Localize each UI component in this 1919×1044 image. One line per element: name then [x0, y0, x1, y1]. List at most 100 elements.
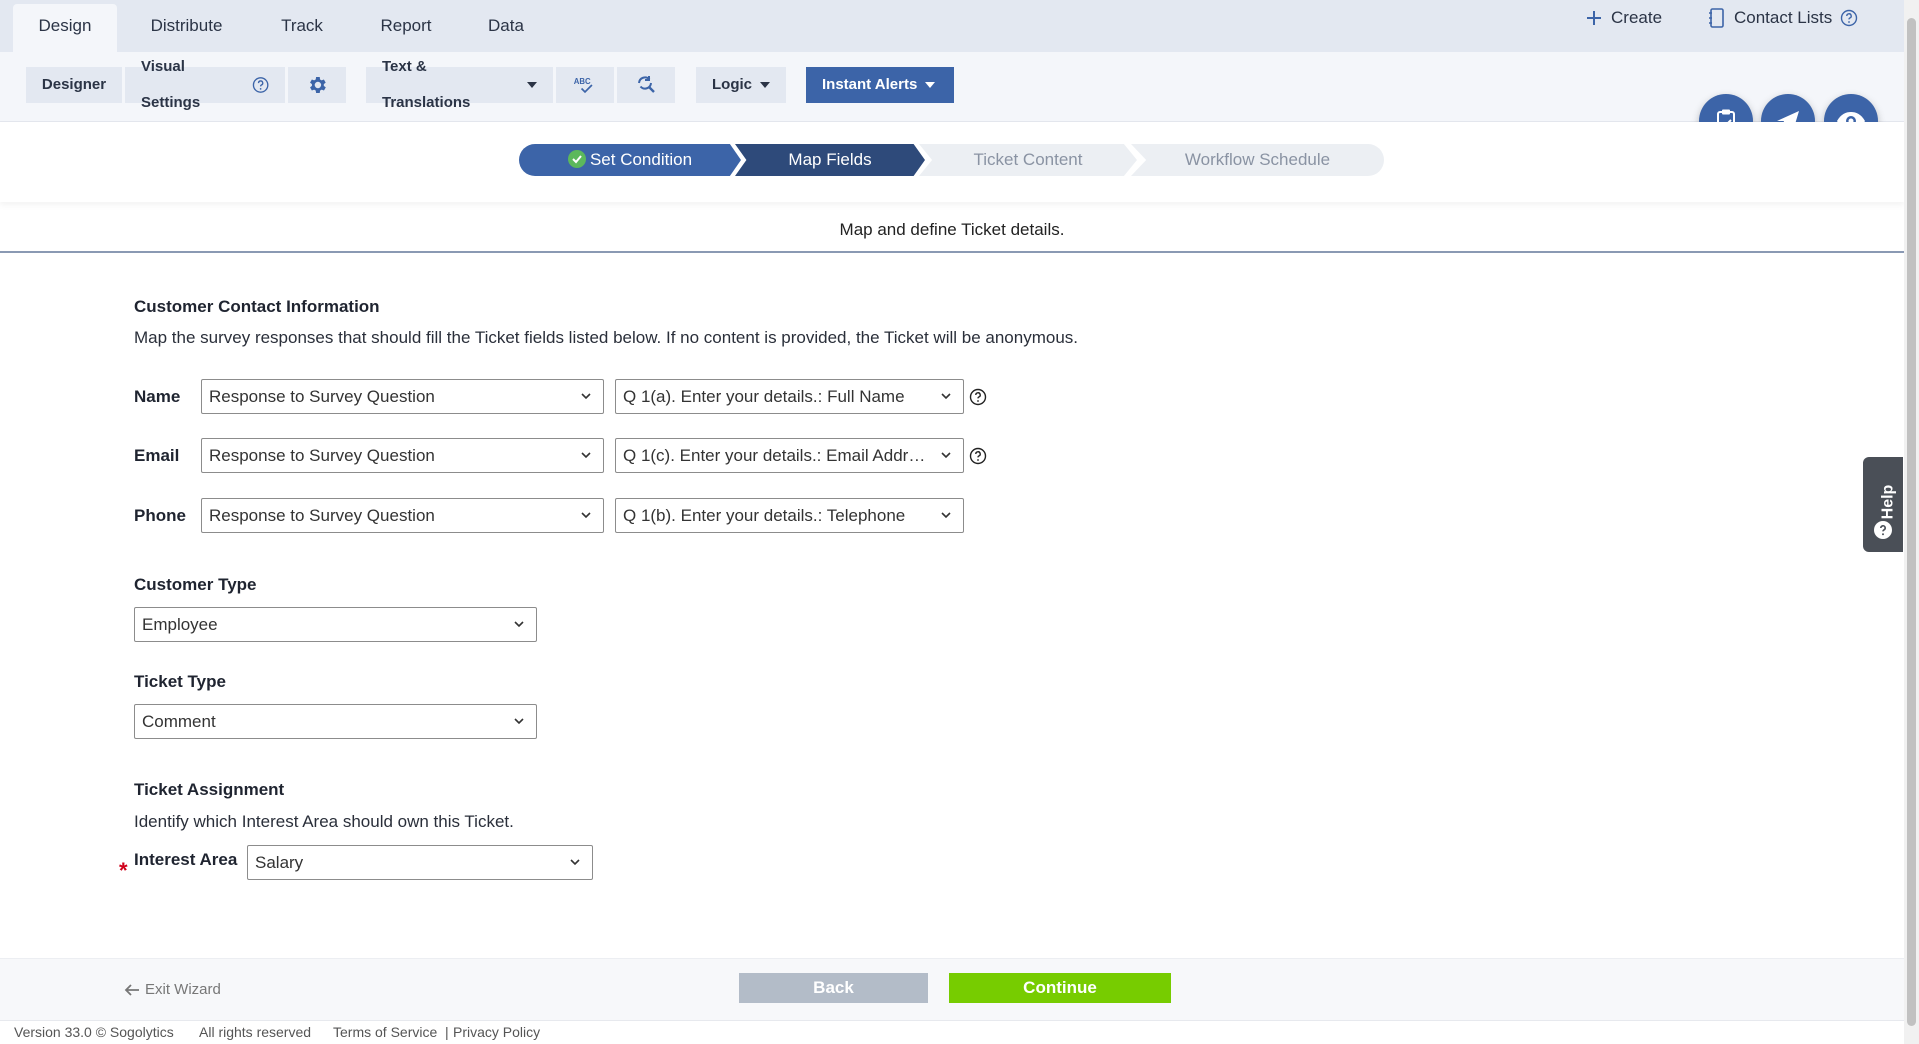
refresh-search-button[interactable] [617, 67, 675, 103]
interest-area-value: Salary [255, 853, 304, 872]
contact-lists-button[interactable]: Contact Lists [1708, 8, 1858, 28]
legal-footer: Version 33.0 © Sogolytics All rights res… [0, 1020, 1904, 1044]
step-map-fields[interactable]: Map Fields [735, 144, 925, 176]
step-workflow-schedule[interactable]: Workflow Schedule [1131, 144, 1384, 176]
tab-track[interactable]: Track [260, 4, 344, 52]
tab-report[interactable]: Report [362, 4, 450, 52]
logic-label: Logic [712, 76, 752, 93]
name-label: Name [134, 387, 181, 406]
instant-alerts-dropdown[interactable]: Instant Alerts [806, 67, 954, 103]
visual-settings-label: Visual Settings [141, 58, 201, 111]
text-translations-dropdown[interactable]: Text & Translations [366, 58, 553, 111]
email-source-value: Response to Survey Question [209, 446, 435, 465]
tab-distribute[interactable]: Distribute [130, 4, 243, 52]
ticket-type-select[interactable]: Comment [134, 704, 537, 739]
help-tab[interactable]: Help [1863, 457, 1903, 552]
designer-label: Designer [41, 76, 107, 93]
contact-section-description: Map the survey responses that should fil… [134, 328, 1078, 347]
chevron-down-icon [514, 621, 524, 628]
name-question-select[interactable]: Q 1(a). Enter your details.: Full Name [615, 379, 964, 414]
logic-dropdown[interactable]: Logic [696, 67, 786, 103]
spellcheck-button[interactable]: ABC [556, 67, 614, 103]
phone-source-value: Response to Survey Question [209, 506, 435, 525]
ticket-type-value: Comment [142, 712, 216, 731]
settings-button[interactable] [288, 67, 346, 103]
text-translations-label: Text & Translations [382, 58, 471, 111]
customer-type-label: Customer Type [134, 575, 257, 594]
chevron-down-icon [570, 859, 580, 866]
phone-source-select[interactable]: Response to Survey Question [201, 498, 604, 533]
address-book-icon [1709, 8, 1724, 28]
back-button[interactable]: Back [739, 973, 928, 1003]
phone-label: Phone [134, 506, 186, 525]
step-workflow-schedule-label: Workflow Schedule [1184, 150, 1331, 169]
name-source-select[interactable]: Response to Survey Question [201, 379, 604, 414]
caret-down-icon [527, 82, 537, 88]
step-set-condition[interactable]: Set Condition [519, 144, 741, 176]
help-circle-icon[interactable] [1840, 9, 1858, 27]
customer-type-value: Employee [142, 615, 218, 634]
email-question-select[interactable]: Q 1(c). Enter your details.: Email Addre… [615, 438, 964, 473]
help-tab-label: Help [1879, 484, 1897, 520]
email-source-select[interactable]: Response to Survey Question [201, 438, 604, 473]
wizard-steps: Set Condition Map Fields Ticket Content … [0, 122, 1904, 202]
name-question-value: Q 1(a). Enter your details.: Full Name [623, 387, 905, 406]
chevron-down-icon [581, 452, 591, 459]
step-ticket-content-label: Ticket Content [973, 150, 1083, 169]
step-set-condition-label: Set Condition [589, 150, 693, 169]
page-subtitle: Map and define Ticket details. [0, 215, 1904, 253]
footer-separator: | [445, 1024, 449, 1040]
chevron-down-icon [941, 452, 951, 459]
exit-wizard-label: Exit Wizard [145, 981, 221, 998]
step-ticket-content[interactable]: Ticket Content [919, 144, 1137, 176]
required-indicator: * [119, 858, 128, 883]
interest-area-label: Interest Area [134, 850, 238, 869]
help-circle-icon[interactable] [969, 388, 987, 406]
customer-type-select[interactable]: Employee [134, 607, 537, 642]
visual-settings-button[interactable]: Visual Settings [125, 58, 285, 111]
version-text: Version 33.0 © Sogolytics [14, 1024, 174, 1040]
top-navigation: Design Distribute Track Report Data Crea… [0, 0, 1904, 52]
interest-area-select[interactable]: Salary [247, 845, 593, 880]
page-scrollbar[interactable] [1904, 0, 1919, 1044]
privacy-link[interactable]: Privacy Policy [453, 1021, 540, 1043]
scrollbar-thumb[interactable] [1907, 18, 1916, 1026]
email-question-value: Q 1(c). Enter your details.: Email Addre… [623, 446, 932, 465]
create-button[interactable]: Create [1585, 8, 1662, 28]
phone-question-value: Q 1(b). Enter your details.: Telephone [623, 506, 906, 525]
refresh-search-icon [638, 76, 655, 93]
spellcheck-icon: ABC [574, 77, 593, 94]
phone-question-select[interactable]: Q 1(b). Enter your details.: Telephone [615, 498, 964, 533]
help-circle-icon[interactable] [969, 447, 987, 465]
exit-wizard-link[interactable]: Exit Wizard [124, 981, 221, 998]
contact-lists-label: Contact Lists [1734, 8, 1833, 27]
design-toolbar: Designer Visual Settings Text & Translat… [0, 52, 1904, 122]
tab-data[interactable]: Data [468, 4, 544, 52]
terms-link[interactable]: Terms of Service [333, 1021, 437, 1043]
contact-section-title: Customer Contact Information [134, 297, 380, 316]
question-circle-icon [1874, 521, 1892, 539]
ticket-assignment-description: Identify which Interest Area should own … [134, 812, 514, 831]
chevron-down-icon [581, 512, 591, 519]
create-label: Create [1611, 8, 1663, 27]
chevron-down-icon [941, 393, 951, 400]
spellcheck-text: ABC [574, 77, 591, 86]
rights-text: All rights reserved [199, 1024, 312, 1040]
chevron-down-icon [581, 393, 591, 400]
chevron-down-icon [941, 512, 951, 519]
check-circle-icon [567, 150, 586, 168]
help-circle-icon [252, 77, 269, 93]
caret-down-icon [760, 82, 770, 88]
arrow-left-icon [124, 983, 139, 996]
designer-button[interactable]: Designer [26, 67, 122, 103]
plus-icon [1587, 11, 1601, 25]
ticket-type-label: Ticket Type [134, 672, 226, 691]
caret-down-icon [925, 82, 936, 88]
instant-alerts-label: Instant Alerts [822, 76, 918, 93]
chevron-down-icon [514, 718, 524, 725]
tab-design[interactable]: Design [13, 4, 117, 52]
continue-button[interactable]: Continue [949, 973, 1171, 1003]
gear-icon [310, 77, 326, 93]
name-source-value: Response to Survey Question [209, 387, 435, 406]
ticket-assignment-title: Ticket Assignment [134, 780, 285, 799]
